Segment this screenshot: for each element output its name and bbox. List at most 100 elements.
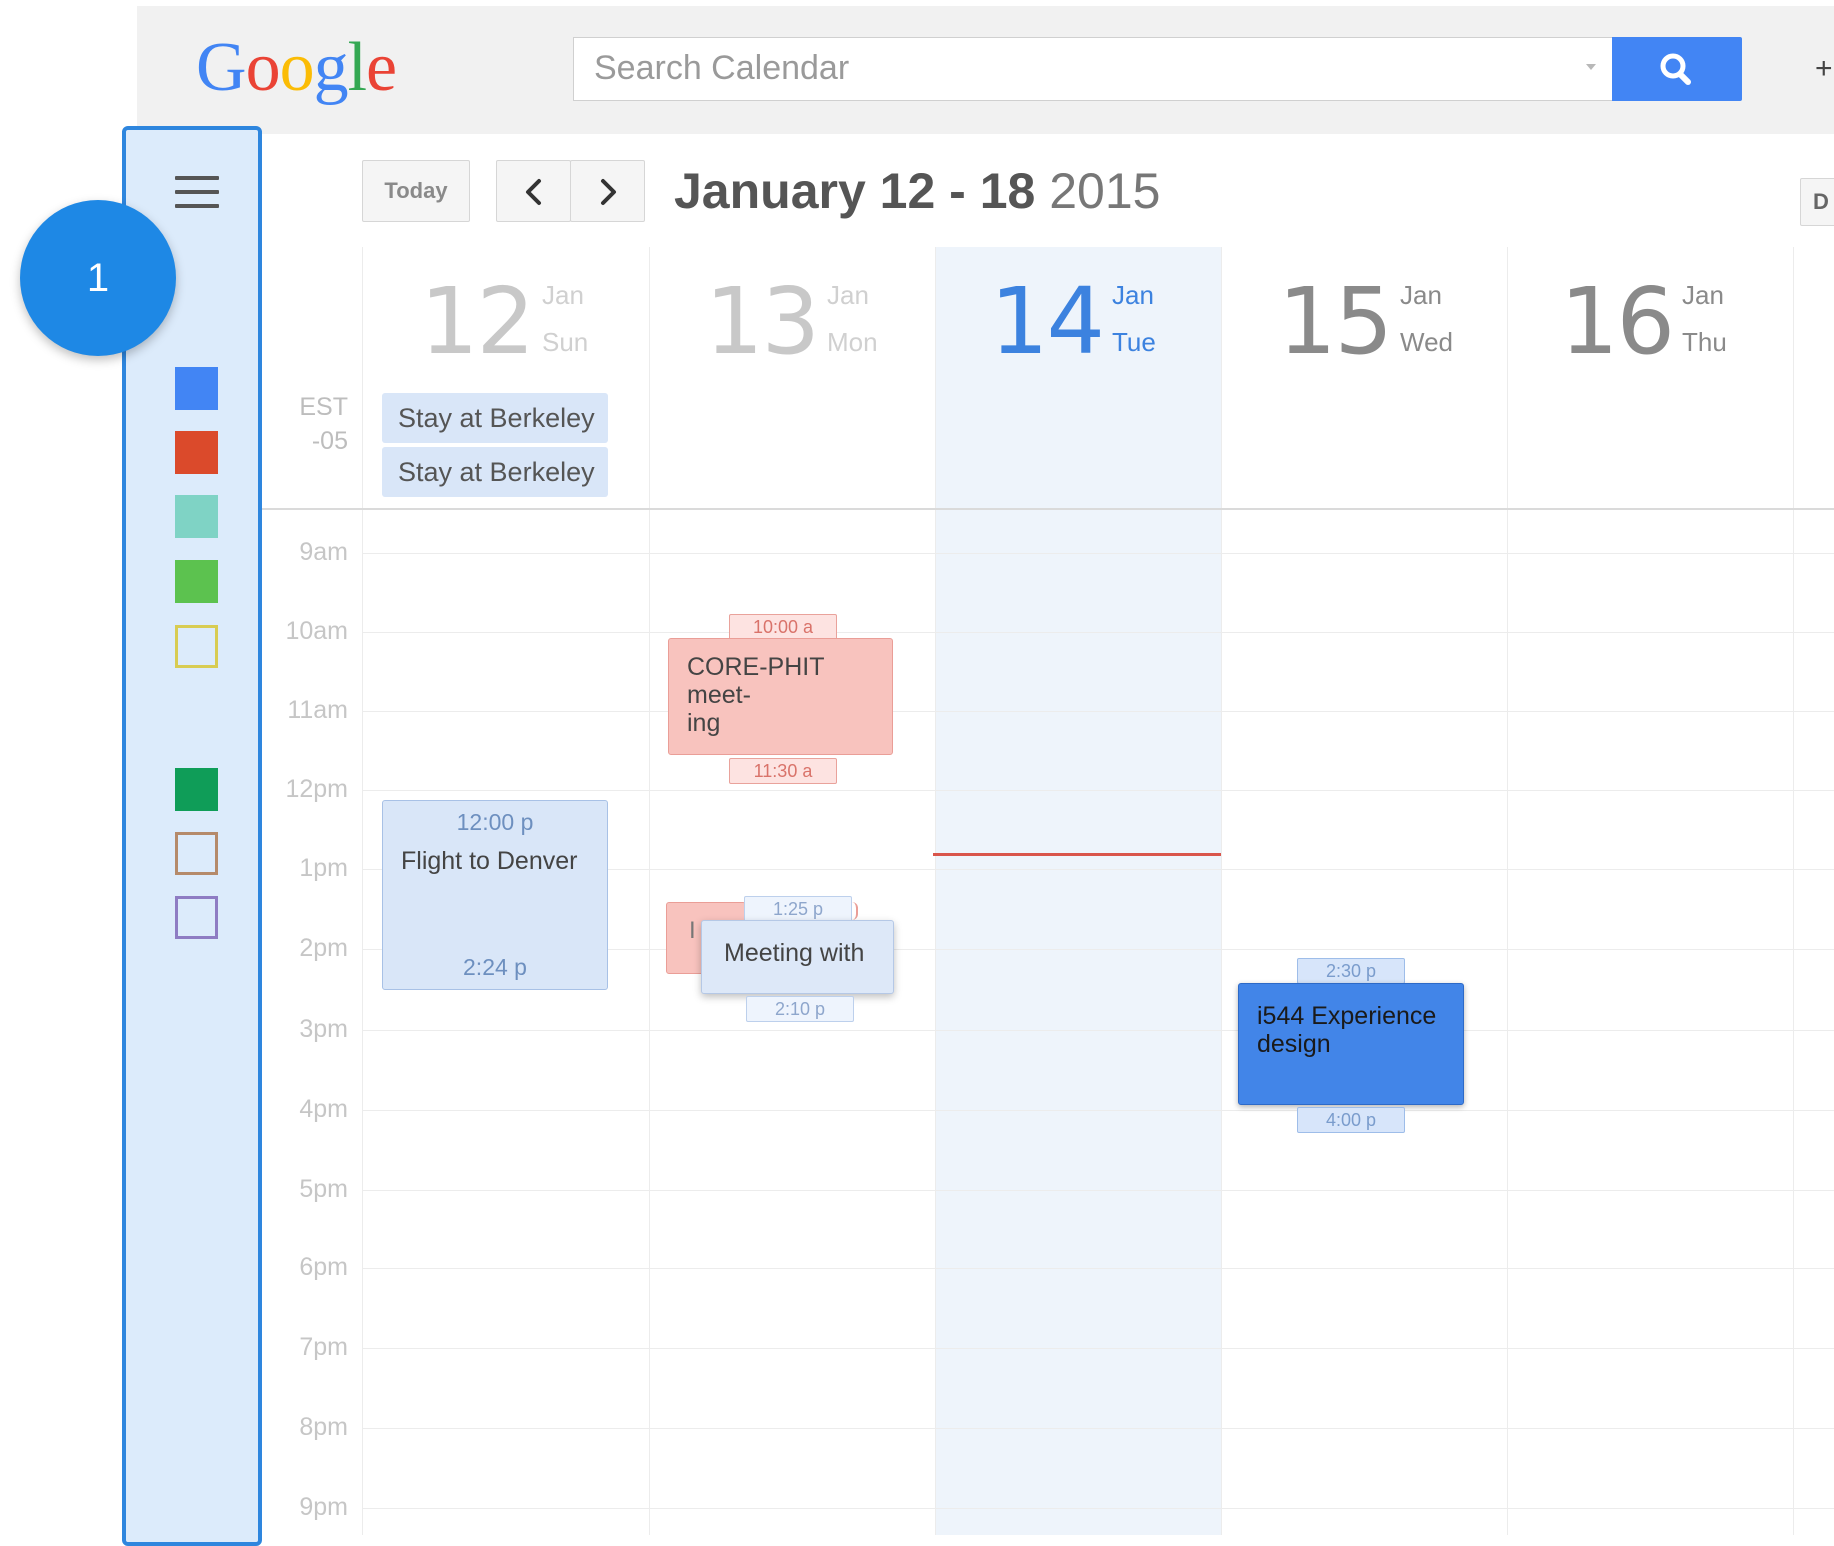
day-header-thu[interactable]: 16 Jan Thu <box>1560 272 1760 382</box>
column-divider <box>1507 247 1508 1535</box>
event-end-time: 2:10 p <box>746 996 854 1022</box>
day-number: 13 <box>705 268 820 375</box>
calendar-color-swatch[interactable] <box>175 768 218 811</box>
calendar-color-swatch[interactable] <box>175 560 218 603</box>
column-divider <box>649 247 650 1535</box>
search-input[interactable] <box>574 38 1574 98</box>
calendar-color-swatch[interactable] <box>175 896 218 939</box>
calendar-color-swatch[interactable] <box>175 495 218 538</box>
event-start-time: 1:25 p <box>744 896 852 922</box>
hour-line <box>362 790 1834 791</box>
event-i544-experience-design[interactable]: i544 Experience design <box>1238 983 1464 1105</box>
chevron-right-icon <box>601 179 616 205</box>
day-view-button[interactable]: D <box>1800 178 1834 226</box>
day-weekday: Sun <box>542 327 589 357</box>
hour-label: 2pm <box>299 934 348 962</box>
column-divider <box>935 247 936 1535</box>
logo-letter: e <box>366 29 397 106</box>
calendar-color-swatch[interactable] <box>175 431 218 474</box>
day-month: Jan <box>1112 280 1154 310</box>
day-weekday: Tue <box>1112 327 1156 357</box>
hour-label: 8pm <box>299 1413 348 1441</box>
hour-label: 9pm <box>299 1493 348 1521</box>
hour-line <box>362 1110 1834 1111</box>
hour-line <box>362 1348 1834 1349</box>
day-header-mon[interactable]: 13 Jan Mon <box>705 272 905 382</box>
day-month: Jan <box>1682 280 1724 310</box>
prev-week-button[interactable] <box>496 160 571 222</box>
all-day-event[interactable]: Stay at Berkeley <box>382 447 608 497</box>
day-month: Jan <box>827 280 869 310</box>
chevron-left-icon <box>526 179 541 205</box>
day-header-sun[interactable]: 12 Jan Sun <box>420 272 620 382</box>
event-title: I <box>689 917 696 944</box>
calendar-color-swatch[interactable] <box>175 367 218 410</box>
column-divider <box>362 247 363 1535</box>
date-range-label: January 12 - 18 <box>674 163 1036 219</box>
hour-line <box>362 711 1834 712</box>
all-day-event[interactable]: Stay at Berkeley <box>382 393 608 443</box>
timezone-label: EST -05 <box>262 390 348 458</box>
event-core-phit-meeting[interactable]: CORE-PHIT meet- ing <box>668 638 893 755</box>
day-month: Jan <box>1400 280 1442 310</box>
logo-letter: G <box>196 29 247 106</box>
hour-label: 11am <box>287 696 348 724</box>
calendar-color-swatch[interactable] <box>175 832 218 875</box>
hour-line <box>362 1428 1834 1429</box>
today-button[interactable]: Today <box>362 160 470 222</box>
user-link-fragment[interactable]: + <box>1815 52 1833 86</box>
search-options-caret-icon[interactable] <box>1586 64 1596 70</box>
search-icon <box>1660 53 1691 85</box>
event-title: Flight to Denver <box>401 847 578 875</box>
event-title: i544 Experience design <box>1257 1002 1437 1058</box>
hour-label: 4pm <box>299 1095 348 1123</box>
logo-letter: o <box>279 29 315 106</box>
step-badge: 1 <box>20 200 176 356</box>
event-start-time: 10:00 a <box>729 614 837 640</box>
hour-line <box>362 1508 1834 1509</box>
event-title: Meeting with <box>724 939 865 967</box>
event-meeting-with[interactable]: Meeting with <box>701 920 894 994</box>
hour-label: 9am <box>299 538 348 566</box>
event-end-time: 11:30 a <box>729 758 837 784</box>
hamburger-menu-icon[interactable] <box>175 176 219 208</box>
event-start-time: 2:30 p <box>1297 958 1405 984</box>
google-logo[interactable]: Google <box>196 28 397 108</box>
hour-line <box>362 632 1834 633</box>
logo-letter: g <box>313 29 349 106</box>
event-start-time: 12:00 p <box>456 809 534 835</box>
event-end-time: 4:00 p <box>1297 1107 1405 1133</box>
event-flight-to-denver[interactable]: 12:00 p Flight to Denver 2:24 p <box>382 800 608 990</box>
hour-label: 7pm <box>299 1333 348 1361</box>
day-header-wed[interactable]: 15 Jan Wed <box>1278 272 1478 382</box>
day-number: 15 <box>1278 268 1393 375</box>
event-title: CORE-PHIT meet- ing <box>687 653 825 737</box>
current-time-indicator <box>933 853 1221 856</box>
column-divider <box>1221 247 1222 1535</box>
timezone-name: EST <box>299 393 348 421</box>
logo-letter: o <box>245 29 281 106</box>
day-weekday: Wed <box>1400 327 1453 357</box>
hour-line <box>362 553 1834 554</box>
hour-label: 12pm <box>285 775 348 803</box>
hour-line <box>362 1030 1834 1031</box>
search-button[interactable] <box>1612 37 1742 101</box>
hour-label: 6pm <box>299 1253 348 1281</box>
day-month: Jan <box>542 280 584 310</box>
hour-label: 5pm <box>299 1175 348 1203</box>
day-number: 14 <box>990 268 1105 375</box>
date-range-title: January 12 - 18 2015 <box>674 160 1160 222</box>
today-column-highlight <box>935 247 1221 1535</box>
column-divider <box>1793 247 1794 1535</box>
search-box <box>573 37 1613 101</box>
hour-line <box>362 1190 1834 1191</box>
hour-label: 1pm <box>299 854 348 882</box>
hour-label: 3pm <box>299 1015 348 1043</box>
next-week-button[interactable] <box>570 160 645 222</box>
logo-letter: l <box>347 29 367 106</box>
hour-line <box>362 1268 1834 1269</box>
day-header-tue[interactable]: 14 Jan Tue <box>990 272 1190 382</box>
date-range-year: 2015 <box>1049 163 1161 219</box>
timezone-offset: -05 <box>311 427 348 455</box>
calendar-color-swatch[interactable] <box>175 625 218 668</box>
